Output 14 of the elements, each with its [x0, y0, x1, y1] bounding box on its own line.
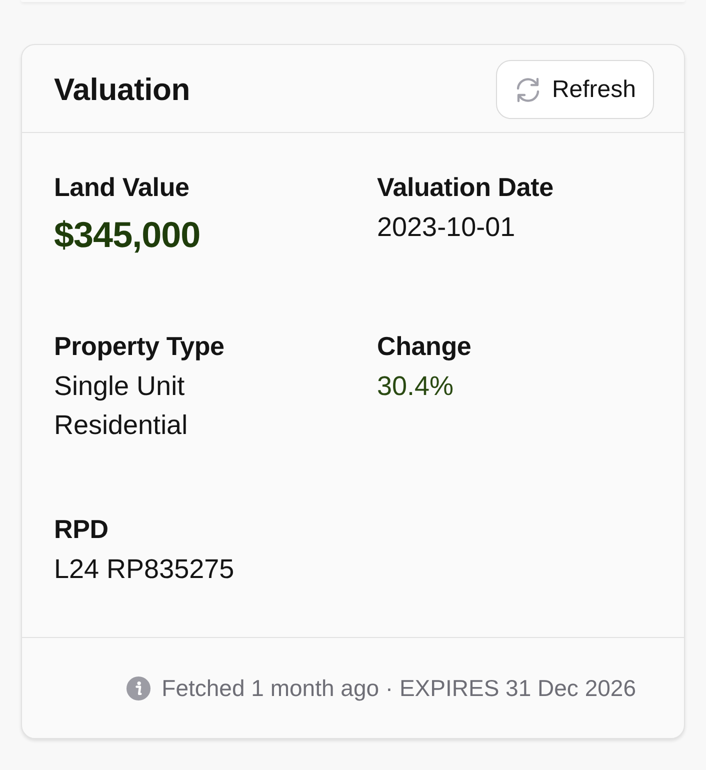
info-icon — [126, 676, 151, 700]
field-label: Valuation Date — [377, 172, 554, 202]
fetched-note: Fetched 1 month ago · EXPIRES 31 Dec 2026 — [162, 674, 636, 702]
field-label: RPD — [54, 514, 110, 544]
change-value: 30.4% — [377, 370, 455, 403]
field-label: Land Value — [54, 172, 190, 202]
refresh-button[interactable]: Refresh — [496, 60, 654, 119]
field-label: Change — [377, 331, 472, 361]
land-value-amount: $345,000 — [54, 213, 202, 257]
field-value: Single Unit Residential — [54, 370, 189, 442]
card-title: Valuation — [54, 72, 190, 108]
field-value: L24 RP835275 — [54, 553, 236, 586]
field-value: 2023-10-01 — [377, 211, 516, 244]
field-label: Property Type — [54, 331, 226, 361]
